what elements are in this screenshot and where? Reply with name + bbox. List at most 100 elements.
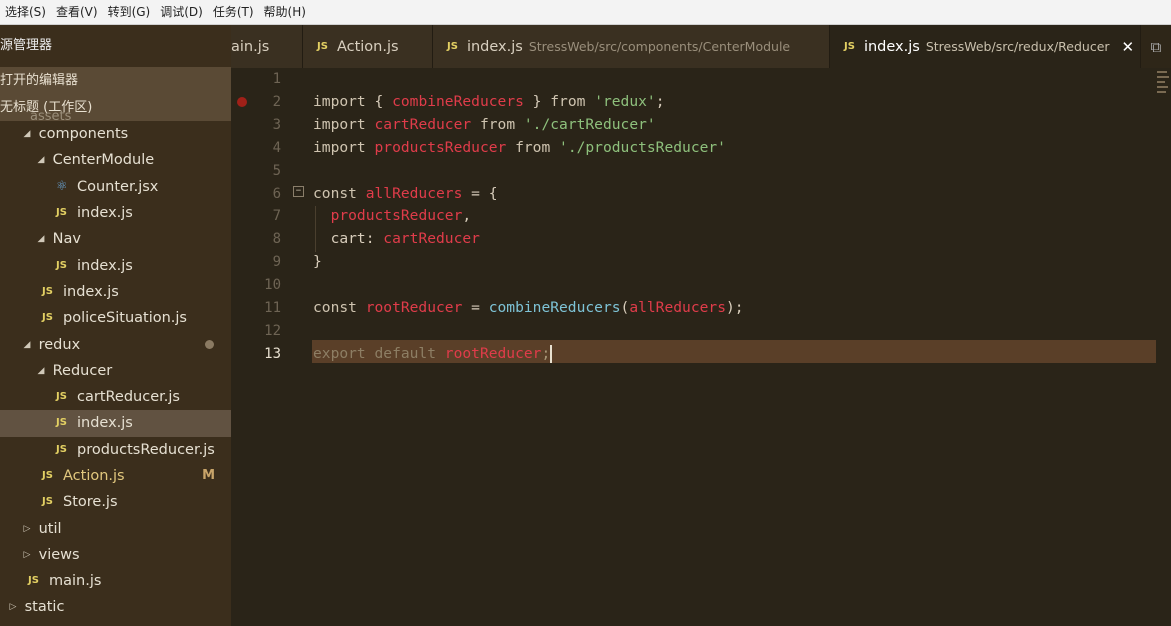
close-icon[interactable]: ✕ <box>1122 38 1135 56</box>
react-icon: ⚛ <box>56 178 68 194</box>
tree-file[interactable]: JS index.js <box>0 200 231 226</box>
editor-tab[interactable]: ain.js <box>231 25 303 68</box>
line-number: 5 <box>272 162 281 179</box>
menu-item[interactable]: 帮助(H) <box>259 0 311 25</box>
code-line[interactable]: 5 <box>231 160 1156 183</box>
code-token: export default <box>313 344 445 362</box>
tree-file[interactable]: JS Action.js M <box>0 463 231 489</box>
code-line[interactable]: 11 const rootReducer = combineReducers(al… <box>231 297 1156 320</box>
tab-description: StressWeb/src/redux/Reducer <box>925 39 1110 54</box>
editor-tab[interactable]: JS Action.js <box>303 25 433 68</box>
code-token: cartReducer <box>383 230 480 248</box>
chevron-right-icon[interactable]: ▷ <box>20 516 34 542</box>
code-token: rootReducer <box>444 344 542 362</box>
chevron-right-icon[interactable]: ▷ <box>6 594 20 620</box>
tab-description: StressWeb/src/components/CenterModule <box>528 39 791 54</box>
code-token: from <box>471 115 524 133</box>
code-text: import productsReducer from './productsR… <box>313 137 726 160</box>
code-line[interactable]: 4 import productsReducer from './products… <box>231 137 1156 160</box>
tree-item-label: index.js <box>77 415 133 432</box>
chevron-right-icon[interactable]: ▷ <box>20 542 34 568</box>
code-line[interactable]: 10 <box>231 274 1156 297</box>
menu-item[interactable]: 调试(D) <box>155 0 208 25</box>
tree-folder[interactable]: ◢ Nav <box>0 226 231 252</box>
tree-file[interactable]: JS main.js <box>0 568 231 594</box>
tree-folder[interactable]: ◢ CenterModule <box>0 147 231 173</box>
js-file-icon: JS <box>56 259 67 271</box>
js-file-icon: JS <box>56 391 67 403</box>
code-text: cart: cartReducer <box>313 228 480 251</box>
code-line[interactable]: 9} <box>231 251 1156 274</box>
tree-item-label: index.js <box>63 283 119 300</box>
tree-item-label: components <box>38 126 129 143</box>
js-file-icon: JS <box>56 443 67 455</box>
editor-tab[interactable]: JS index.js StressWeb/src/redux/Reducer ✕ <box>830 25 1141 68</box>
code-line[interactable]: 7 productsReducer, <box>231 205 1156 228</box>
tree-folder[interactable]: ▷ views <box>0 542 231 568</box>
open-editors-section[interactable]: 打开的编辑器 <box>0 67 231 94</box>
tree-folder[interactable]: ▷ util <box>0 515 231 541</box>
tree-folder[interactable]: ▷ static <box>0 594 231 620</box>
code-token: rootReducer <box>365 299 463 316</box>
code-line[interactable]: 12 <box>231 320 1156 343</box>
tree-file[interactable]: JS index.js <box>0 410 231 437</box>
tree-item-label: index.js <box>77 257 133 274</box>
tree-file[interactable]: JS Store.js <box>0 489 231 515</box>
code-token: from <box>550 92 595 110</box>
code-line[interactable]: 13 export default rootReducer; <box>231 343 1156 366</box>
js-file-icon: JS <box>317 41 328 52</box>
tree-file[interactable]: JS productsReducer.js <box>0 437 231 463</box>
unsaved-dot-icon <box>205 340 214 350</box>
tree-file[interactable]: JS index.js <box>0 279 231 305</box>
chevron-down-icon[interactable]: ◢ <box>20 332 34 358</box>
chevron-down-icon[interactable]: ◢ <box>34 358 48 384</box>
menu-item[interactable]: 转到(G) <box>103 0 156 25</box>
minimap[interactable] <box>1157 68 1171 108</box>
tree-file[interactable]: JS cartReducer.js <box>0 384 231 410</box>
tree-item-label: main.js <box>49 573 102 590</box>
tree-item-label: static <box>24 599 65 616</box>
code-token: from <box>506 138 560 156</box>
chevron-down-icon[interactable]: ◢ <box>34 147 48 173</box>
split-editor-icon[interactable]: ⧉ <box>1141 25 1171 68</box>
line-number: 2 <box>272 93 281 110</box>
code-token: } <box>523 92 551 110</box>
tab-label: ain.js <box>231 38 270 55</box>
editor-tab-bar: ain.js JS Action.js JS index.js StressWeb/src… <box>231 25 1171 68</box>
tree-file[interactable]: JS policeSituation.js <box>0 305 231 331</box>
code-line[interactable]: 8 cart: cartReducer <box>231 228 1156 251</box>
menu-item[interactable]: 选择(S) <box>0 0 51 25</box>
code-text: } <box>313 251 322 274</box>
code-token: ); <box>725 299 744 316</box>
tree-file[interactable]: JS index.js <box>0 252 231 278</box>
code-line[interactable]: 1 <box>231 68 1156 91</box>
code-token: import <box>313 138 375 156</box>
menu-item[interactable]: 查看(V) <box>51 0 103 25</box>
chevron-down-icon[interactable]: ◢ <box>34 226 48 252</box>
tree-folder[interactable]: ◢ redux <box>0 331 231 357</box>
js-file-icon: JS <box>56 207 67 219</box>
line-number: 6 <box>272 185 281 202</box>
code-line[interactable]: 3 import cartReducer from './cartReducer' <box>231 114 1156 137</box>
tree-folder[interactable]: ◢ components <box>0 121 231 147</box>
tree-file[interactable]: ⚛ Counter.jsx <box>0 174 231 200</box>
code-token: import <box>313 92 375 110</box>
js-file-icon: JS <box>42 285 53 297</box>
code-token: cartReducer <box>374 115 472 133</box>
code-token: combineReducers <box>392 92 524 110</box>
tree-item-label: policeSituation.js <box>63 310 187 327</box>
tree-folder[interactable]: ◢ Reducer <box>0 358 231 384</box>
code-token: allReducers <box>629 299 726 316</box>
code-token: = { <box>462 184 498 202</box>
chevron-down-icon[interactable]: ◢ <box>20 121 34 147</box>
line-number: 12 <box>264 322 281 339</box>
tree-item-label: Nav <box>52 231 81 248</box>
code-line[interactable]: 6 const allReducers = { <box>231 183 1156 206</box>
code-editor[interactable]: − 1 2 import { combineReducers } from 'red… <box>231 68 1171 626</box>
code-line[interactable]: 2 import { combineReducers } from 'redux'… <box>231 91 1156 114</box>
code-text: export default rootReducer; <box>313 343 553 366</box>
js-file-icon: JS <box>42 312 53 324</box>
editor-tab[interactable]: JS index.js StressWeb/src/components/Cente… <box>433 25 830 68</box>
menu-bar: 选择(S) 查看(V) 转到(G) 调试(D) 任务(T) 帮助(H) <box>0 0 1171 25</box>
menu-item[interactable]: 任务(T) <box>208 0 259 25</box>
